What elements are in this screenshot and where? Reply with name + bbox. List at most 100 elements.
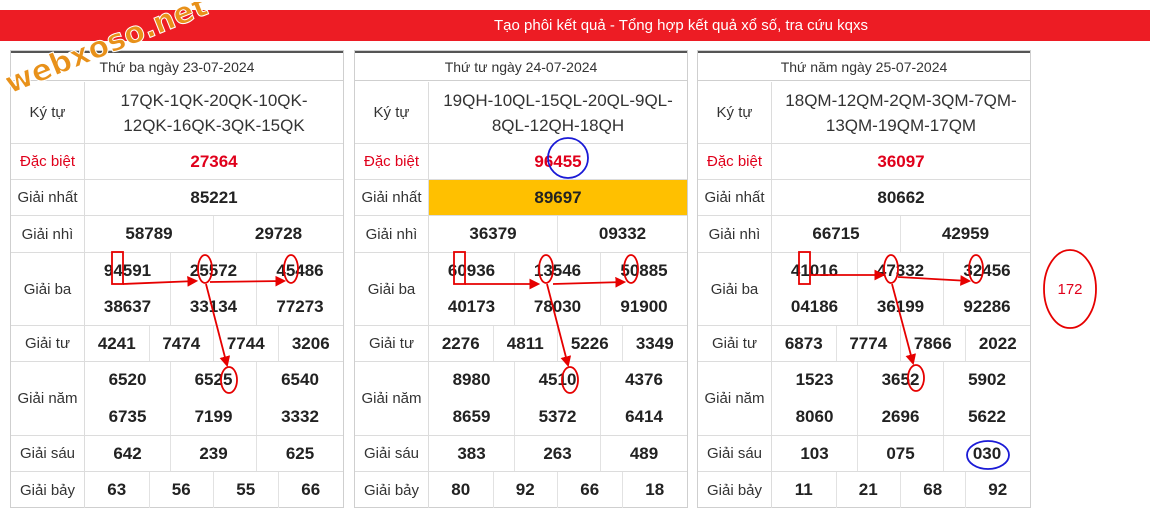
row-db: Đặc biệt 96455 (355, 144, 687, 180)
prize-g6: 625 (285, 443, 315, 463)
row-g2: Giải nhì 36379 09332 (355, 216, 687, 253)
prize-db: 96455 (534, 151, 582, 171)
panel-date: Thứ tư ngày 24-07-2024 (355, 51, 687, 81)
prize-g2: 42959 (941, 224, 990, 243)
kytu-line: 19QH-10QL-15QL-20QL-9QL- (443, 90, 673, 110)
prize-g3: 60936 (429, 253, 515, 289)
prize-g2: 66715 (772, 216, 901, 252)
row-g3: Giải ba 41016 47332 32456 04186 36199 92… (698, 253, 1030, 326)
label-g4: Giải tư (698, 326, 772, 361)
prize-g5: 7199 (171, 398, 257, 435)
prize-g3: 36199 (858, 289, 944, 325)
row-kytu: Ký tự 18QM-12QM-2QM-3QM-7QM- 13QM-19QM-17… (698, 82, 1030, 144)
prize-g7: 55 (214, 472, 279, 508)
prize-g3: 92286 (963, 297, 1011, 316)
prize-db: 27364 (190, 151, 238, 171)
prize-g6: 642 (85, 436, 171, 471)
kytu-line: 17QK-1QK-20QK-10QK- (120, 90, 308, 110)
row-g3: Giải ba 60936 13546 50885 40173 78030 91… (355, 253, 687, 326)
label-g5: Giải năm (11, 362, 85, 435)
prize-g5: 8980 (429, 362, 515, 399)
row-g1: Giải nhất 85221 (11, 180, 343, 216)
prize-g3: 40173 (429, 289, 515, 325)
label-kytu: Ký tự (11, 82, 85, 143)
prize-g3: 45486 (276, 261, 324, 280)
prize-g4: 4241 (85, 326, 150, 361)
label-db: Đặc biệt (698, 144, 772, 179)
label-g7: Giải bảy (698, 472, 772, 508)
prize-g4: 2276 (429, 326, 494, 361)
label-g6: Giải sáu (11, 436, 85, 471)
prize-g6: 383 (429, 436, 515, 471)
prize-db: 36097 (877, 151, 925, 171)
label-g2: Giải nhì (698, 216, 772, 252)
row-g1: Giải nhất 89697 (355, 180, 687, 216)
kytu-value: 19QH-10QL-15QL-20QL-9QL- 8QL-12QH-18QH (429, 82, 687, 143)
page-title: Tạo phôi kết quả - Tổng hợp kết quả xổ s… (494, 17, 868, 34)
row-g5: Giải năm 1523 3652 5902 8060 2696 5622 (698, 362, 1030, 436)
prize-g5: 8659 (429, 398, 515, 435)
prize-g6: 263 (515, 436, 601, 471)
prize-g1: 80662 (877, 187, 925, 207)
label-g1: Giải nhất (11, 180, 85, 215)
kytu-line: 12QK-16QK-3QK-15QK (123, 115, 305, 135)
kytu-value: 17QK-1QK-20QK-10QK- 12QK-16QK-3QK-15QK (85, 82, 343, 143)
kytu-line: 8QL-12QH-18QH (491, 115, 625, 135)
prize-g3: 41016 (772, 253, 858, 289)
row-kytu: Ký tự 17QK-1QK-20QK-10QK- 12QK-16QK-3QK-1… (11, 82, 343, 144)
result-panel-3: Thứ năm ngày 25-07-2024 Ký tự 18QM-12QM-… (697, 50, 1031, 508)
prize-g2: 29728 (254, 224, 303, 243)
panel-date: Thứ năm ngày 25-07-2024 (698, 51, 1030, 81)
prize-g3: 38637 (85, 289, 171, 325)
row-g2: Giải nhì 58789 29728 (11, 216, 343, 253)
kytu-value: 18QM-12QM-2QM-3QM-7QM- 13QM-19QM-17QM (772, 82, 1030, 143)
prize-g7: 66 (301, 480, 321, 499)
prize-g5: 6414 (625, 406, 663, 426)
prize-g4: 3206 (291, 333, 330, 353)
prize-g3: 33134 (171, 289, 257, 325)
prize-g5: 6540 (281, 370, 319, 390)
prize-g7: 92 (494, 472, 558, 508)
prize-g4: 4811 (494, 326, 558, 361)
prize-g4: 5226 (558, 326, 623, 361)
row-g5: Giải năm 6520 6525 6540 6735 7199 3332 (11, 362, 343, 436)
prize-g7: 66 (558, 472, 623, 508)
prize-g7: 68 (901, 472, 966, 508)
label-g7: Giải bảy (355, 472, 429, 508)
prize-g2: 09332 (598, 224, 647, 243)
prize-g7: 11 (772, 472, 837, 508)
prize-g5: 4510 (515, 362, 601, 399)
prize-g6: 030 (972, 443, 1002, 463)
prize-g4: 2022 (978, 333, 1017, 353)
prize-g5: 6520 (85, 362, 171, 399)
label-g3: Giải ba (355, 253, 429, 325)
label-g6: Giải sáu (355, 436, 429, 471)
label-g4: Giải tư (11, 326, 85, 361)
row-g3: Giải ba 94591 25572 45486 38637 33134 77… (11, 253, 343, 326)
prize-g3: 04186 (772, 289, 858, 325)
label-g5: Giải năm (698, 362, 772, 435)
prize-g7: 21 (837, 472, 901, 508)
prize-g5: 5372 (515, 398, 601, 435)
row-g4: Giải tư 4241 7474 7744 3206 (11, 326, 343, 362)
prize-g3: 47332 (858, 253, 944, 289)
prize-g4: 7744 (214, 326, 279, 361)
label-g1: Giải nhất (698, 180, 772, 215)
label-g1: Giải nhất (355, 180, 429, 215)
row-g7: Giải bảy 63 56 55 66 (11, 472, 343, 508)
row-g6: Giải sáu 383 263 489 (355, 436, 687, 472)
row-g4: Giải tư 2276 4811 5226 3349 (355, 326, 687, 362)
prize-g3: 78030 (515, 289, 601, 325)
prize-g5: 3652 (858, 362, 944, 399)
prize-g7: 92 (988, 480, 1008, 499)
row-g1: Giải nhất 80662 (698, 180, 1030, 216)
row-kytu: Ký tự 19QH-10QL-15QL-20QL-9QL- 8QL-12QH-1… (355, 82, 687, 144)
prize-g7: 80 (429, 472, 494, 508)
row-g5: Giải năm 8980 4510 4376 8659 5372 6414 (355, 362, 687, 436)
label-g3: Giải ba (698, 253, 772, 325)
row-db: Đặc biệt 27364 (11, 144, 343, 180)
prize-g5: 4376 (625, 370, 663, 390)
prize-g4: 7866 (901, 326, 966, 361)
prize-g6: 103 (772, 436, 858, 471)
label-g7: Giải bảy (11, 472, 85, 508)
